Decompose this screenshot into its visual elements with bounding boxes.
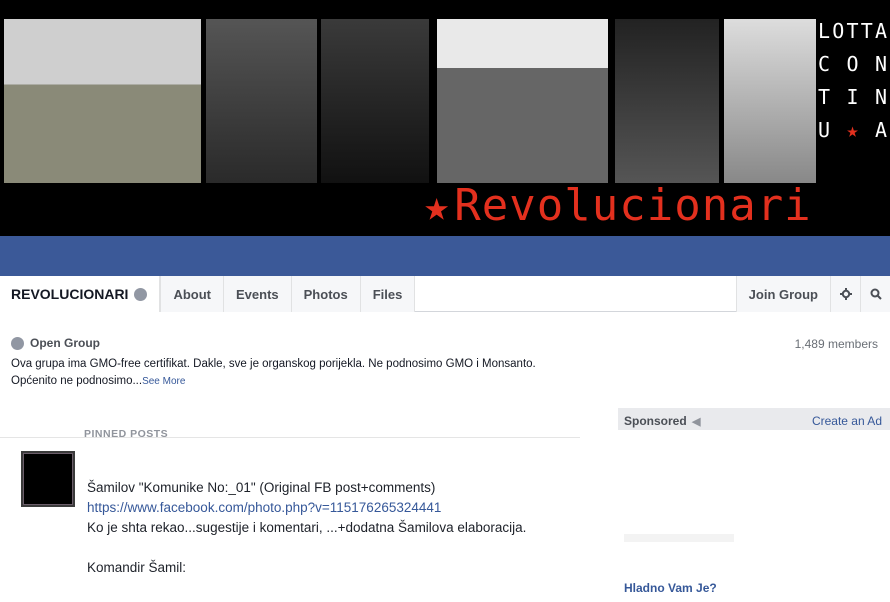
brand-name: Revolucionari bbox=[454, 180, 812, 231]
ad-image-placeholder bbox=[624, 534, 734, 542]
tab-photos[interactable]: Photos bbox=[290, 276, 360, 312]
slogan-row: TIN bbox=[818, 85, 887, 109]
cover-photo-portrait-1 bbox=[206, 19, 317, 183]
cover-brand-title: ★Revolucionari bbox=[424, 180, 812, 231]
slogan-row: LOTTA bbox=[818, 19, 887, 43]
sponsored-label: Sponsored ◀ bbox=[624, 414, 701, 428]
privacy-status: Open Group bbox=[11, 336, 571, 350]
pinned-posts-label: PINNED POSTS bbox=[84, 428, 169, 440]
gear-icon[interactable] bbox=[830, 276, 860, 312]
create-ad-link[interactable]: Create an Ad bbox=[812, 414, 882, 428]
search-icon[interactable] bbox=[860, 276, 890, 312]
star-icon: ★ bbox=[846, 118, 859, 142]
member-count[interactable]: 1,489 members bbox=[795, 337, 878, 351]
group-nav: REVOLUCIONARI About Events Photos Files … bbox=[0, 276, 890, 312]
cover-photo-portrait-3 bbox=[724, 19, 816, 183]
tab-files[interactable]: Files bbox=[359, 276, 416, 312]
post-link[interactable]: https://www.facebook.com/photo.php?v=115… bbox=[87, 498, 557, 518]
slogan-row: CON bbox=[818, 52, 887, 76]
cover-photo: LOTTA CON TIN U ★ A ★Revolucionari bbox=[0, 0, 890, 236]
globe-icon bbox=[134, 287, 148, 301]
slogan-lotta-continua: LOTTA CON TIN U ★ A bbox=[818, 15, 890, 147]
megaphone-icon: ◀ bbox=[692, 416, 701, 428]
slogan-row: U ★ A bbox=[818, 114, 890, 147]
cover-photo-crowd bbox=[437, 19, 608, 183]
nav-spacer bbox=[415, 276, 736, 311]
join-group-button[interactable]: Join Group bbox=[735, 276, 830, 312]
cover-photo-soldiers bbox=[4, 19, 201, 183]
post-line: Komandir Šamil: bbox=[87, 560, 187, 575]
cover-bottom-bar bbox=[0, 236, 890, 276]
group-name-tab[interactable]: REVOLUCIONARI bbox=[0, 276, 161, 312]
see-more-link[interactable]: See More bbox=[142, 376, 185, 387]
globe-icon bbox=[11, 336, 24, 350]
group-description: Ova grupa ima GMO-free certifikat. Dakle… bbox=[11, 358, 536, 387]
tab-events[interactable]: Events bbox=[223, 276, 291, 312]
cover-photo-speaker bbox=[615, 19, 719, 183]
tab-about[interactable]: About bbox=[160, 276, 223, 312]
group-about: Open Group Ova grupa ima GMO-free certif… bbox=[11, 336, 571, 390]
post-spacer bbox=[87, 538, 557, 558]
post-line: Ko je shta rekao...sugestije i komentari… bbox=[87, 520, 527, 535]
group-name: REVOLUCIONARI bbox=[11, 286, 129, 302]
avatar[interactable] bbox=[21, 451, 75, 507]
post-line: Šamilov "Komunike No:_01" (Original FB p… bbox=[87, 480, 436, 495]
star-icon: ★ bbox=[424, 181, 451, 230]
ad-title-link[interactable]: Hladno Vam Je? bbox=[624, 581, 717, 595]
pinned-post: Šamilov "Komunike No:_01" (Original FB p… bbox=[87, 478, 557, 578]
cover-photo-portrait-2 bbox=[321, 19, 429, 183]
